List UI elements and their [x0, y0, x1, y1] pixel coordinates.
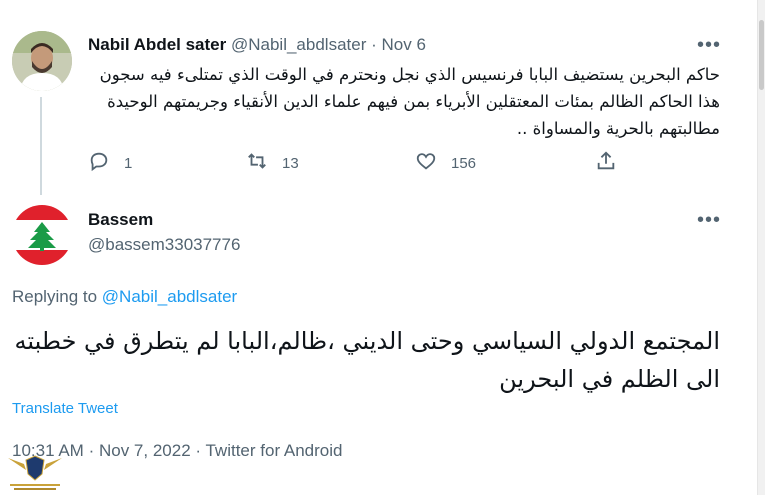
- reply-author-name[interactable]: Bassem: [88, 210, 153, 230]
- like-button[interactable]: 156: [415, 150, 476, 176]
- reply-count: 1: [124, 154, 133, 172]
- retweet-icon: [246, 150, 268, 176]
- share-icon: [595, 150, 617, 176]
- thread-connector-line: [40, 97, 42, 195]
- reply-button[interactable]: 1: [88, 150, 132, 176]
- timestamp-separator-2: ·: [195, 441, 202, 460]
- replying-to-link[interactable]: @Nabil_abdlsater: [102, 287, 237, 306]
- parent-author-handle[interactable]: @Nabil_abdlsater: [231, 35, 366, 54]
- retweet-button[interactable]: 13: [246, 150, 299, 176]
- replying-to-line: Replying to @Nabil_abdlsater: [12, 287, 237, 307]
- reply-more-icon[interactable]: •••: [697, 209, 721, 232]
- watermark-logo: [4, 448, 66, 492]
- replying-prefix: Replying to: [12, 287, 98, 306]
- share-button[interactable]: [595, 150, 617, 176]
- translate-tweet-link[interactable]: Translate Tweet: [12, 400, 118, 417]
- parent-more-icon[interactable]: •••: [697, 34, 721, 57]
- timestamp-separator-1: ·: [88, 441, 95, 460]
- parent-tweet-header: Nabil Abdel sater @Nabil_abdlsater · Nov…: [88, 35, 426, 55]
- retweet-count: 13: [282, 154, 299, 172]
- reply-icon: [88, 150, 110, 176]
- reply-author-handle[interactable]: @bassem33037776: [88, 235, 240, 255]
- reply-author-avatar[interactable]: [12, 205, 72, 265]
- scrollbar-thumb[interactable]: [759, 20, 764, 90]
- reply-date[interactable]: Nov 7, 2022: [99, 441, 191, 460]
- parent-tweet-actions: 1 13 156: [88, 150, 628, 176]
- reply-source-app[interactable]: Twitter for Android: [205, 441, 342, 460]
- parent-tweet-text: حاكم البحرين يستضيف البابا فرنسيس الذي ن…: [99, 65, 720, 138]
- page-scrollbar[interactable]: [757, 0, 765, 495]
- parent-tweet-date[interactable]: Nov 6: [382, 35, 426, 54]
- parent-meta-separator: ·: [371, 35, 377, 54]
- parent-author-name[interactable]: Nabil Abdel sater: [88, 35, 226, 54]
- like-icon: [415, 150, 437, 176]
- parent-author-avatar[interactable]: [12, 31, 72, 91]
- reply-tweet-text: المجتمع الدولي السياسي وحتى الديني ،ظالم…: [14, 327, 720, 393]
- like-count: 156: [451, 154, 477, 172]
